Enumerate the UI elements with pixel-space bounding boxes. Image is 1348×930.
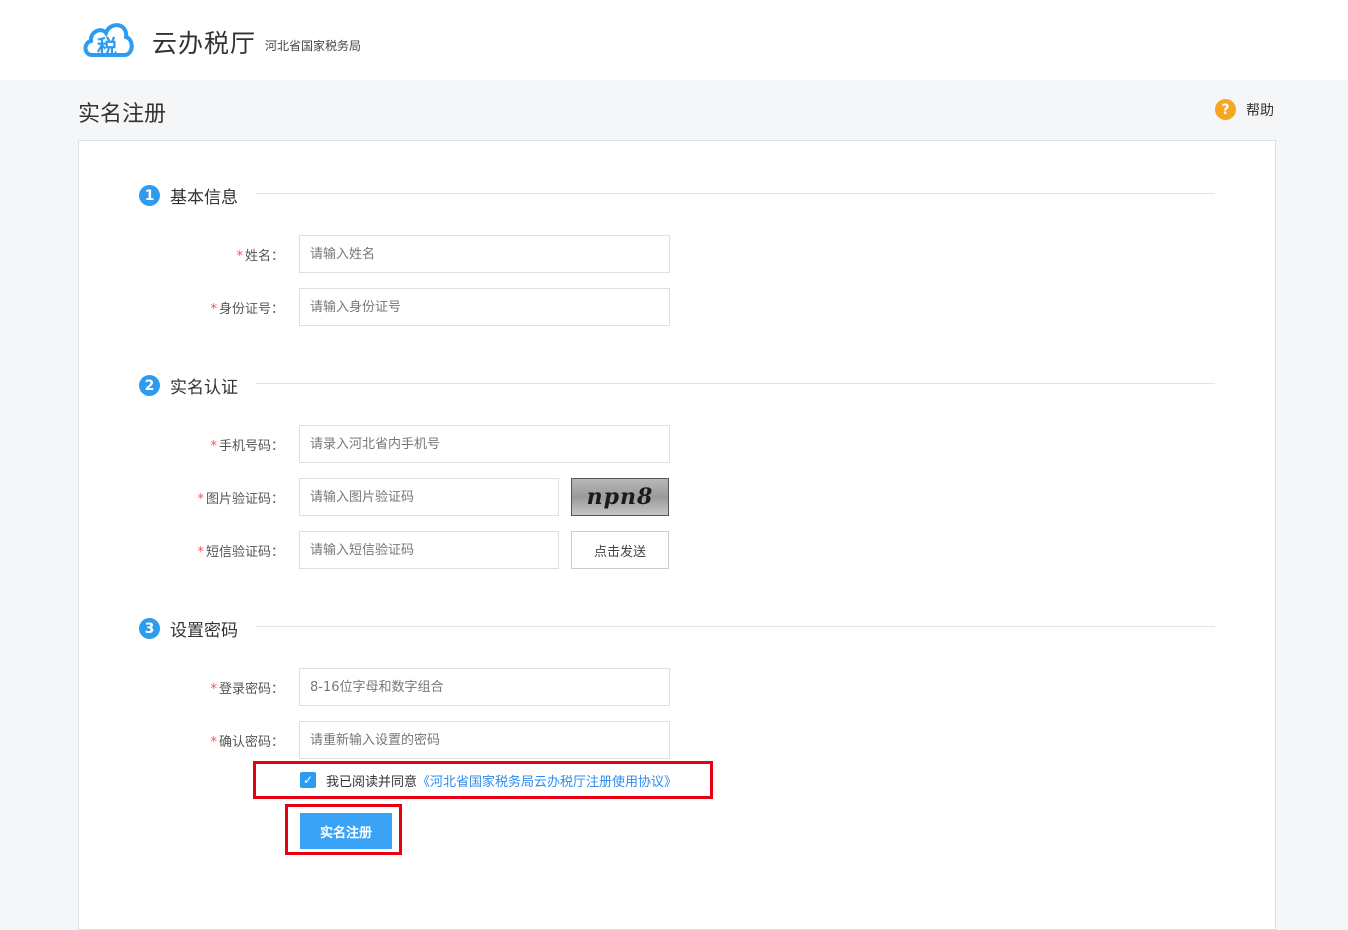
logo-glyph: 税 — [97, 35, 117, 59]
confirm-password-input[interactable] — [299, 721, 670, 759]
password-label-text: 登录密码： — [218, 682, 284, 697]
agreement-link[interactable]: 《河北省国家税务局云办税厅注册使用协议》 — [417, 771, 677, 790]
id-number-label-text: 身份证号： — [218, 302, 284, 317]
top-header: 税 云办税厅 河北省国家税务局 — [0, 0, 1348, 80]
sms-code-label-text: 短信验证码： — [205, 545, 284, 560]
required-mark: * — [210, 682, 217, 697]
send-sms-button[interactable]: 点击发送 — [571, 531, 669, 569]
required-mark: * — [197, 545, 204, 560]
required-mark: * — [210, 735, 217, 750]
section-basic-info: 1 基本信息 — [139, 183, 238, 208]
section-title: 基本信息 — [170, 188, 238, 208]
brand-subtitle: 河北省国家税务局 — [265, 39, 362, 53]
sms-code-input[interactable] — [299, 531, 559, 569]
id-number-input[interactable] — [299, 288, 670, 326]
required-mark: * — [236, 249, 243, 264]
help-link[interactable]: ? 帮助 — [1215, 99, 1274, 120]
phone-label-text: 手机号码： — [218, 439, 284, 454]
password-label: * 登录密码： — [124, 678, 284, 697]
agreement-checkbox[interactable]: ✓ — [300, 772, 316, 788]
registration-panel: 1 基本信息 *姓名： *身份证号： 2 实名认证 *手机号码： *图片验证码：… — [78, 140, 1276, 930]
section-real-name-auth: 2 实名认证 — [139, 373, 238, 398]
section-divider — [256, 193, 1215, 194]
section-divider — [256, 383, 1215, 384]
password-input[interactable] — [299, 668, 670, 706]
agreement-text: 我已阅读并同意 — [326, 774, 418, 790]
image-code-label-text: 图片验证码： — [205, 492, 284, 507]
confirm-password-label: * 确认密码： — [124, 731, 284, 750]
confirm-password-label-text: 确认密码： — [218, 735, 284, 750]
section-number-badge: 3 — [139, 618, 160, 639]
section-title: 设置密码 — [170, 621, 238, 641]
image-code-input[interactable] — [299, 478, 559, 516]
help-label: 帮助 — [1246, 102, 1274, 119]
submit-highlight: 实名注册 — [285, 804, 402, 855]
section-number-badge: 1 — [139, 185, 160, 206]
brand-title: 云办税厅 — [152, 29, 257, 58]
required-mark: * — [210, 439, 217, 454]
name-label: * 姓名： — [124, 245, 284, 264]
name-label-text: 姓名： — [244, 249, 284, 264]
section-divider — [256, 626, 1215, 627]
question-circle-icon: ? — [1215, 99, 1236, 120]
cloud-tax-logo-icon: 税 — [83, 23, 134, 59]
captcha-image[interactable]: npn8 — [571, 478, 669, 516]
sms-code-label: * 短信验证码： — [124, 541, 284, 560]
required-mark: * — [210, 302, 217, 317]
phone-input[interactable] — [299, 425, 670, 463]
name-input[interactable] — [299, 235, 670, 273]
section-set-password: 3 设置密码 — [139, 616, 238, 641]
id-number-label: * 身份证号： — [124, 298, 284, 317]
section-number-badge: 2 — [139, 375, 160, 396]
section-title: 实名认证 — [170, 378, 238, 398]
agreement-highlight: ✓ 我已阅读并同意 《河北省国家税务局云办税厅注册使用协议》 — [253, 761, 713, 799]
required-mark: * — [197, 492, 204, 507]
page-title: 实名注册 — [78, 102, 167, 127]
register-button[interactable]: 实名注册 — [300, 813, 392, 849]
image-code-label: * 图片验证码： — [124, 488, 284, 507]
phone-label: * 手机号码： — [124, 435, 284, 454]
